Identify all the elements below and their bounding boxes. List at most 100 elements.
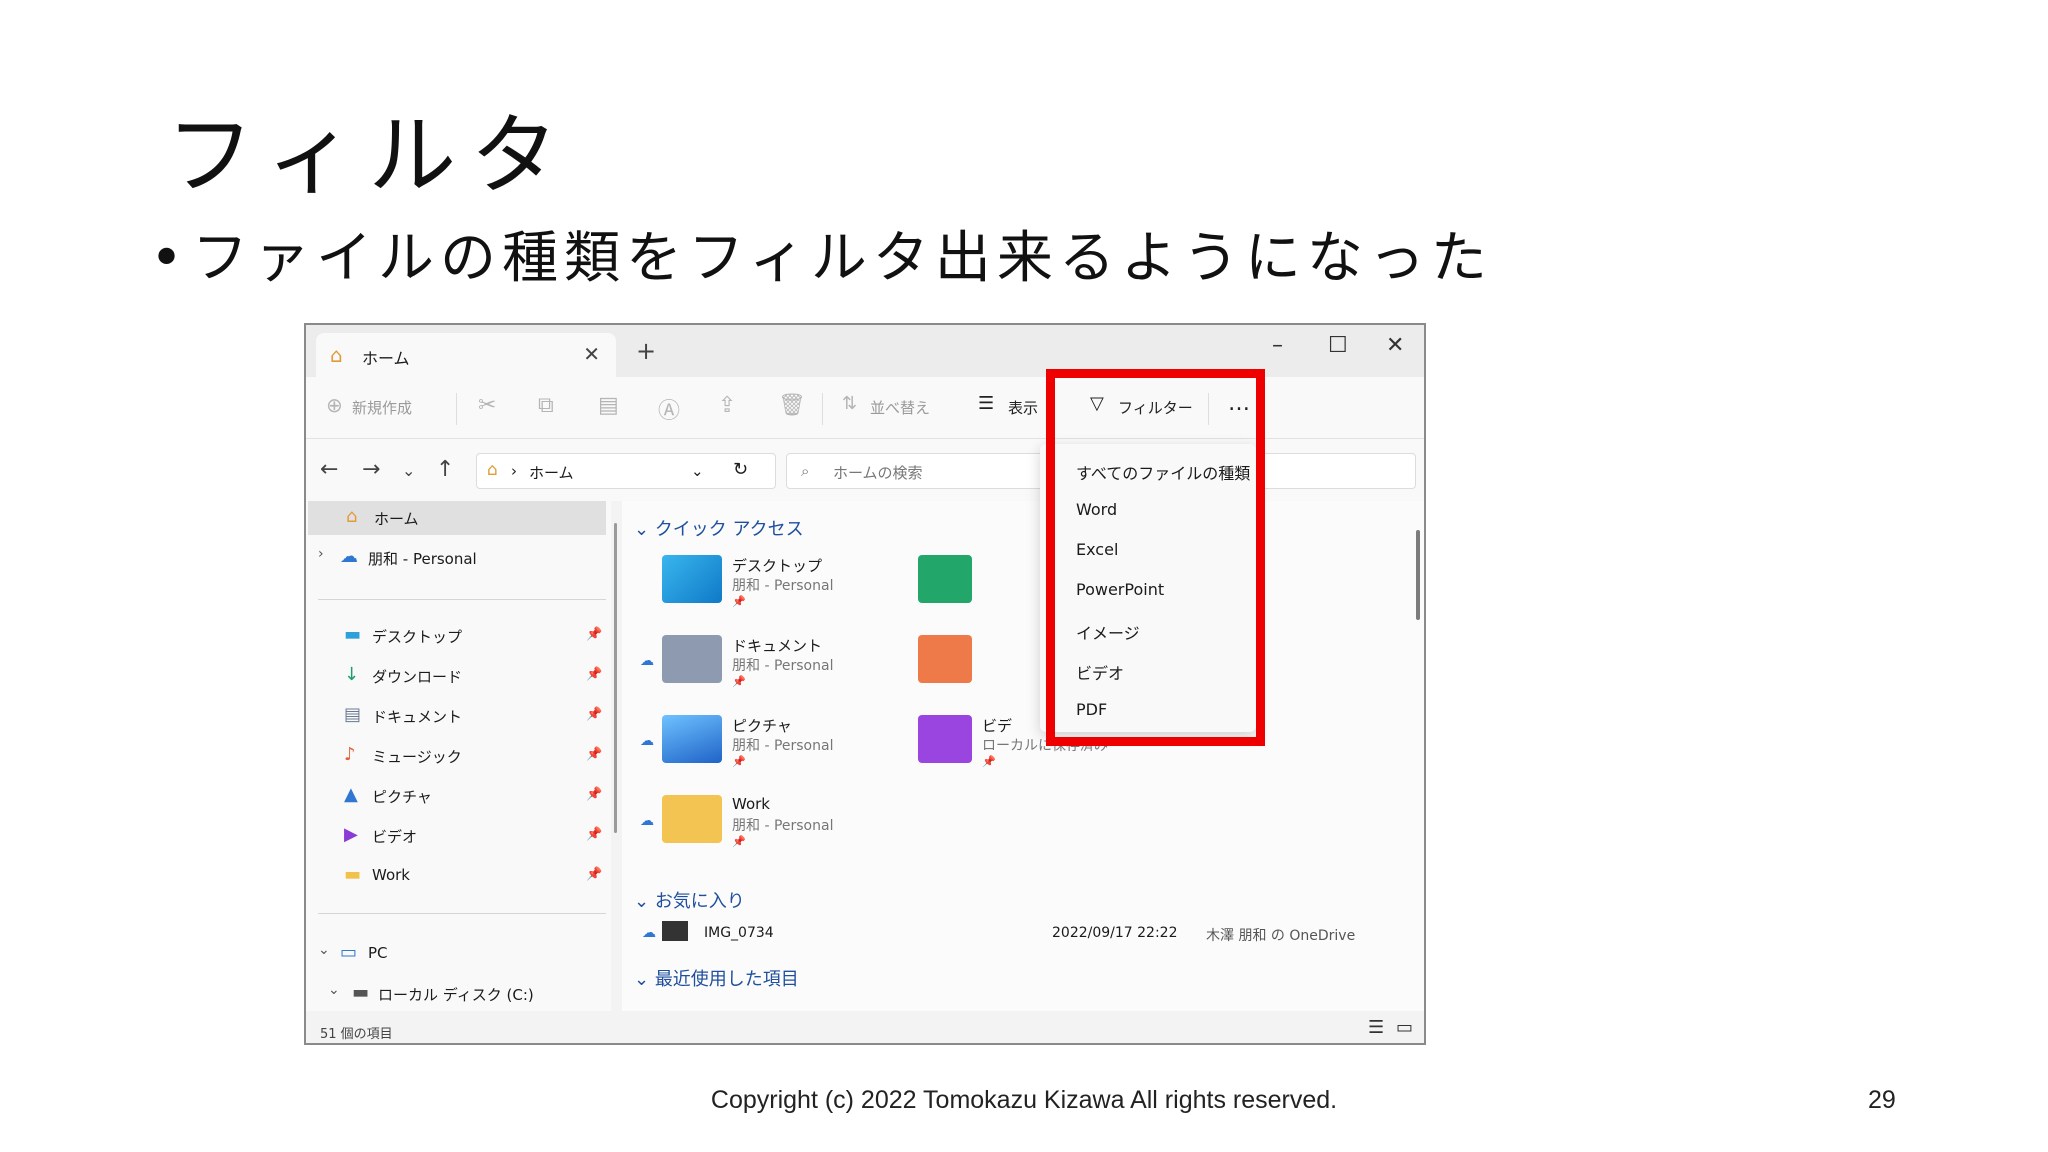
divider — [456, 393, 457, 425]
sidebar-item-pictures[interactable]: ▲ ピクチャ 📌 — [306, 779, 606, 813]
sidebar-item-music[interactable]: ♪ ミュージック 📌 — [306, 739, 606, 773]
section-label: お気に入り — [654, 891, 745, 912]
bullet-line: •ファイルの種類をフィルタ出来るようになった — [150, 228, 1493, 290]
quick-access-item[interactable]: ☁ ピクチャ 朋和 - Personal 📌 — [632, 715, 892, 779]
desktop-icon — [662, 555, 722, 603]
close-tab-icon[interactable]: ✕ — [583, 342, 600, 366]
tiles-view-icon[interactable]: ▭ — [1396, 1017, 1413, 1038]
forward-arrow-icon[interactable]: → — [362, 457, 380, 482]
paste-icon[interactable]: ▤ — [598, 393, 619, 418]
sidebar-item-work[interactable]: ▬ Work 📌 — [306, 859, 606, 893]
view-button[interactable]: 表示 — [1008, 397, 1038, 418]
sidebar-item-onedrive[interactable]: › ☁ 朋和 - Personal — [306, 541, 606, 575]
pin-icon: 📌 — [586, 747, 603, 762]
list-item[interactable]: ☁ IMG_0734 2022/09/17 22:22 木澤 朋和 の OneD… — [622, 919, 1424, 949]
address-field[interactable]: ⌂ › ホーム ⌄ ↻ — [476, 453, 776, 489]
pin-icon: 📌 — [586, 627, 603, 642]
home-icon: ⌂ — [487, 460, 498, 480]
delete-icon[interactable]: 🗑 — [778, 393, 806, 418]
chevron-down-icon[interactable]: ⌄ — [318, 942, 330, 958]
new-button[interactable]: 新規作成 — [352, 397, 412, 418]
back-arrow-icon[interactable]: ← — [320, 457, 338, 482]
scrollbar[interactable] — [614, 523, 617, 833]
quick-access-item[interactable]: ☁ ドキュメント 朋和 - Personal 📌 — [632, 635, 892, 699]
pin-icon: 📌 — [982, 755, 996, 768]
download-icon — [918, 555, 972, 603]
pin-icon: 📌 — [586, 867, 603, 882]
pin-icon: 📌 — [732, 755, 746, 768]
close-window-icon[interactable]: ✕ — [1386, 333, 1404, 358]
sidebar-item-downloads[interactable]: ↓ ダウンロード 📌 — [306, 659, 606, 693]
music-icon — [918, 635, 972, 683]
search-placeholder: ホームの検索 — [833, 464, 923, 482]
recent-header[interactable]: ⌄ 最近使用した項目 — [634, 965, 799, 991]
sidebar-item-desktop[interactable]: ▬ デスクトップ 📌 — [306, 619, 606, 653]
image-thumbnail-icon — [662, 921, 688, 941]
sidebar-item-drive[interactable]: ⌄ ▬ ローカル ディスク (C:) — [306, 977, 606, 1011]
quick-access-item[interactable]: ☁ Work 朋和 - Personal 📌 — [632, 795, 892, 859]
pin-icon: 📌 — [732, 595, 746, 608]
favorites-header[interactable]: ⌄ お気に入り — [634, 887, 745, 913]
sidebar-item-pc[interactable]: ⌄ ▭ PC — [306, 937, 606, 971]
item-location: 朋和 - Personal — [732, 578, 834, 594]
bullet-text: ファイルの種類をフィルタ出来るようになった — [192, 226, 1493, 291]
sidebar-item-home[interactable]: ⌂ ホーム — [308, 501, 606, 535]
home-icon: ⌂ — [346, 506, 358, 527]
chevron-down-icon[interactable]: ⌄ — [691, 462, 704, 480]
sidebar-item-label: デスクトップ — [372, 628, 463, 646]
cut-icon[interactable]: ✂ — [478, 393, 496, 418]
item-location: 朋和 - Personal — [732, 658, 834, 674]
home-icon: ⌂ — [330, 343, 343, 367]
breadcrumb[interactable]: ホーム — [529, 462, 574, 483]
section-label: 最近使用した項目 — [654, 969, 799, 990]
sidebar-item-label: ローカル ディスク (C:) — [378, 986, 534, 1004]
item-name: デスクトップ — [732, 557, 823, 575]
folder-icon — [662, 795, 722, 843]
sidebar-item-label: 朋和 - Personal — [368, 550, 477, 568]
rename-icon[interactable]: Ⓐ — [658, 393, 680, 425]
chevron-down-icon[interactable]: ⌄ — [328, 982, 340, 998]
quick-access-item[interactable]: デスクトップ 朋和 - Personal 📌 — [632, 555, 892, 619]
view-icon: ☰ — [978, 393, 995, 414]
details-view-icon[interactable]: ☰ — [1368, 1017, 1384, 1038]
tab-home[interactable]: ⌂ ホーム ✕ — [316, 333, 616, 377]
document-icon: ▤ — [344, 704, 362, 725]
desktop-icon: ▬ — [344, 624, 362, 645]
bullet-dot: • — [150, 226, 190, 291]
drive-icon: ▬ — [352, 982, 370, 1003]
item-name: ドキュメント — [732, 637, 823, 655]
quick-access-header[interactable]: ⌄ クイック アクセス — [634, 515, 804, 541]
chevron-right-icon[interactable]: › — [318, 546, 324, 562]
sort-button[interactable]: 並べ替え — [870, 397, 930, 418]
cloud-icon: ☁ — [340, 546, 358, 567]
share-icon[interactable]: ⇪ — [718, 393, 736, 418]
status-bar: 51 個の項目 ☰ ▭ — [306, 1011, 1424, 1043]
picture-icon: ▲ — [344, 784, 358, 805]
scrollbar[interactable] — [1416, 530, 1420, 620]
item-location: 朋和 - Personal — [732, 738, 834, 754]
sidebar-item-label: ビデオ — [372, 828, 418, 846]
sidebar-item-documents[interactable]: ▤ ドキュメント 📌 — [306, 699, 606, 733]
section-label: クイック アクセス — [654, 519, 804, 540]
item-name: ビデ — [982, 717, 1013, 735]
sort-icon: ⇅ — [842, 393, 858, 414]
new-tab-button[interactable]: + — [636, 337, 656, 365]
document-icon — [662, 635, 722, 683]
slide-title: フィルタ — [166, 104, 573, 207]
up-arrow-icon[interactable]: ↑ — [436, 457, 454, 482]
cloud-icon: ☁ — [642, 925, 656, 941]
music-icon: ♪ — [344, 744, 356, 765]
search-icon: ⌕ — [801, 462, 810, 480]
sidebar-item-label: ダウンロード — [372, 668, 463, 686]
recent-chevron-icon[interactable]: ⌄ — [402, 461, 415, 480]
sidebar-item-videos[interactable]: ▶ ビデオ 📌 — [306, 819, 606, 853]
file-date: 2022/09/17 22:22 — [1052, 925, 1178, 941]
divider — [822, 393, 823, 425]
cloud-icon: ☁ — [640, 813, 654, 829]
refresh-icon[interactable]: ↻ — [733, 459, 748, 480]
pin-icon: 📌 — [732, 675, 746, 688]
maximize-icon[interactable]: ☐ — [1328, 333, 1348, 358]
copy-icon[interactable]: ⧉ — [538, 393, 554, 418]
minimize-icon[interactable]: – — [1272, 333, 1283, 358]
video-icon — [918, 715, 972, 763]
